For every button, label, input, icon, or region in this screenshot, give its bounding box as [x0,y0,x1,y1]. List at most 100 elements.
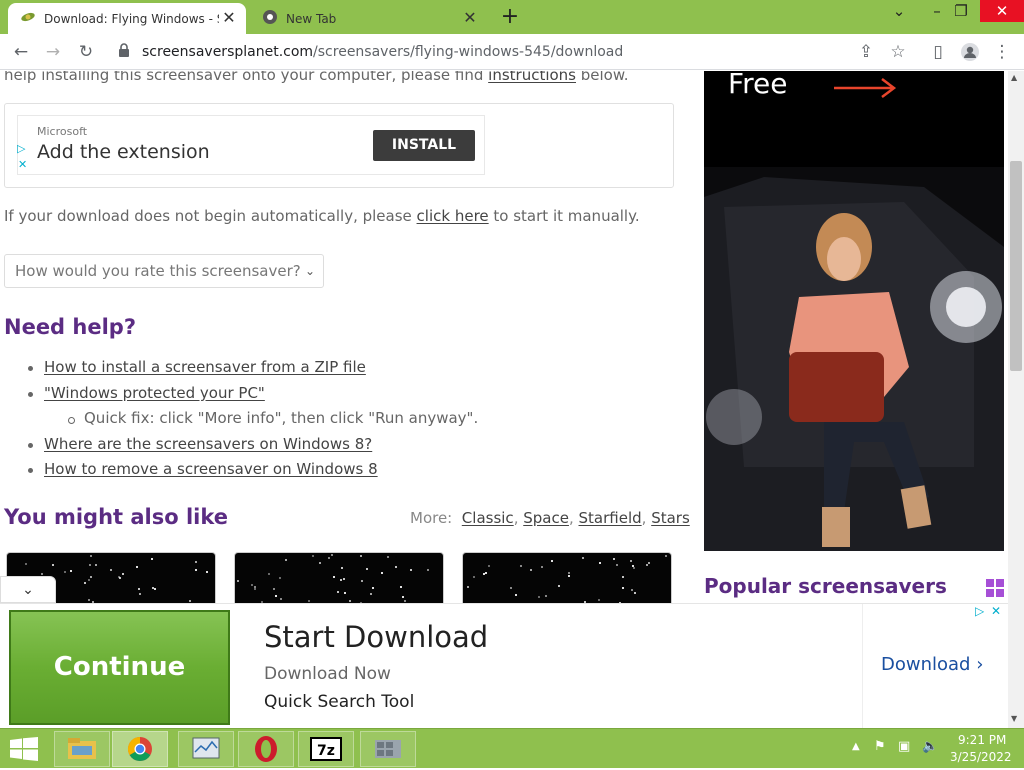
share-icon[interactable]: ⇪ [854,40,878,64]
download-now-text: Download Now [264,664,391,684]
chrome-favicon-icon [262,9,278,28]
help-link-windows-protected[interactable]: "Windows protected your PC" [44,384,265,402]
thumbnail-star [630,559,633,562]
list-item: How to install a screensaver from a ZIP … [28,358,366,376]
thumbnail-star [544,595,547,598]
category-link-classic[interactable]: Classic [462,509,514,527]
thumbnail-star [631,564,634,567]
help-link-install-zip[interactable]: How to install a screensaver from a ZIP … [44,358,366,376]
download-link[interactable]: Download › [881,654,983,675]
restore-button[interactable]: ❐ [942,0,980,22]
tab-new-tab[interactable]: New Tab ✕ [250,3,487,34]
thumbnail-star [515,593,518,596]
application-taskbar-icon[interactable] [360,731,416,767]
thumbnail-star [427,569,430,572]
scroll-thumb[interactable] [1010,161,1022,371]
close-tab-icon[interactable]: ✕ [220,9,238,27]
ad-close-icon[interactable]: ✕ [991,604,1001,618]
forward-arrow-icon[interactable]: → [41,40,65,64]
ad-close-icon[interactable]: ✕ [18,158,27,171]
scroll-down-icon[interactable]: ▼ [1011,714,1017,723]
thumbnail-star [307,600,310,603]
collapse-ad-chevron-icon[interactable]: ⌄ [0,576,56,603]
adchoices-icon[interactable]: ▷ [975,604,984,618]
side-panel-icon[interactable]: ▯ [926,40,950,64]
start-download-title[interactable]: Start Download [264,620,488,654]
continue-button[interactable]: Continue [9,610,230,725]
volume-icon[interactable]: 🔈 [922,739,938,754]
click-here-link[interactable]: click here [417,207,489,225]
thumbnail-star [370,592,373,595]
bookmark-star-icon[interactable]: ☆ [886,40,910,64]
back-arrow-icon[interactable]: ← [9,40,33,64]
thumbnail-star [395,566,398,569]
window-close-button[interactable]: ✕ [980,0,1024,22]
new-tab-button[interactable]: + [498,5,522,29]
windows-logo-icon [986,579,1004,597]
page-content: help installing this screensaver onto yo… [0,71,1008,603]
adchoices-icon[interactable]: ▷ [17,142,25,155]
ad-photo-woman-car [704,167,1004,551]
rating-select[interactable]: How would you rate this screensaver? ⌄ [4,254,324,288]
list-item: Where are the screensavers on Windows 8? [27,435,372,453]
arrow-right-icon [834,78,897,98]
rating-placeholder: How would you rate this screensaver? [15,262,301,280]
action-center-flag-icon[interactable]: ⚑ [874,739,886,754]
file-explorer-taskbar-icon[interactable] [54,731,110,767]
install-button[interactable]: INSTALL [373,130,475,161]
close-tab-icon[interactable]: ✕ [461,9,479,27]
profile-avatar-icon[interactable] [958,40,982,64]
ad-brand: Microsoft [37,125,88,138]
thumbnail-star [214,574,215,576]
quick-fix-text: Quick fix: click "More info", then click… [67,409,479,427]
thumbnail-star [488,564,491,567]
thumbnail-star [90,575,93,578]
category-link-starfield[interactable]: Starfield [579,509,642,527]
side-advertisement[interactable]: Free [704,71,1004,551]
thumbnail-star [279,577,282,580]
help-link-remove-windows8[interactable]: How to remove a screensaver on Windows 8 [44,460,378,478]
thumbnail-star [622,587,625,590]
clock-date[interactable]: 3/25/2022 [950,750,1012,764]
category-link-space[interactable]: Space [523,509,569,527]
help-text: help installing this screensaver onto yo… [4,71,629,84]
thumbnail-star [613,557,616,560]
thumbnail-star [189,600,192,602]
scroll-up-icon[interactable]: ▲ [1011,73,1017,82]
thumbnail-star [136,566,139,569]
thumbnail-star [557,585,560,588]
thumbnail-star [152,587,155,590]
thumbnail-star [337,590,340,593]
show-hidden-icons-icon[interactable]: ▲ [852,741,860,752]
page-scrollbar[interactable]: ▲ ▼ [1008,71,1024,728]
performance-monitor-taskbar-icon[interactable] [178,731,234,767]
instructions-link[interactable]: instructions [488,71,576,84]
extension-ad[interactable]: Microsoft Add the extension INSTALL [17,115,485,175]
tab-download-flying-windows[interactable]: Download: Flying Windows - Scr ✕ [8,3,246,34]
thumbnail-star [94,563,97,566]
thumbnail-star [122,573,125,576]
network-icon[interactable]: ▣ [898,739,910,754]
chrome-taskbar-icon[interactable] [112,731,168,767]
screensaver-thumbnail[interactable] [234,552,444,603]
reload-icon[interactable]: ↻ [74,40,98,64]
menu-kebab-icon[interactable]: ⋮ [990,40,1014,64]
more-label: More: [410,509,453,527]
opera-taskbar-icon[interactable] [238,731,294,767]
thumbnail-star [139,592,142,595]
7zip-taskbar-icon[interactable]: 7z [298,731,354,767]
category-link-stars[interactable]: Stars [651,509,690,527]
need-help-heading: Need help? [4,315,137,339]
tab-search-icon[interactable]: ⌄ [880,0,918,22]
screensaver-thumbnail[interactable] [462,552,672,603]
thumbnail-star [538,596,541,599]
windows-start-icon[interactable] [10,737,38,761]
thumbnail-star [616,564,619,567]
thumbnail-star [138,587,141,590]
thumbnail-star [87,598,90,601]
clock-time[interactable]: 9:21 PM [958,733,1006,747]
help-link-where-windows8[interactable]: Where are the screensavers on Windows 8? [44,435,372,453]
thumbnail-star [110,569,113,572]
url-text[interactable]: screensaversplanet.com/screensavers/flyi… [142,44,623,60]
thumbnail-star [529,568,532,571]
